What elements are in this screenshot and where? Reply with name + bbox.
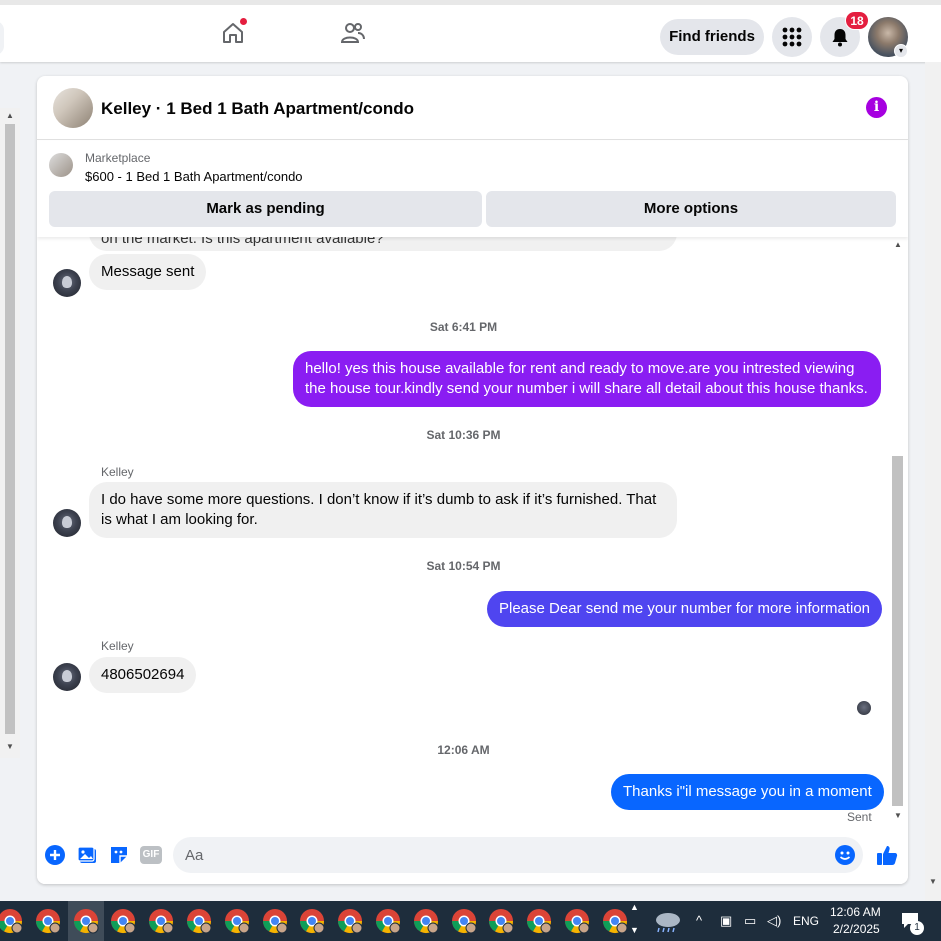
left-scrollbar[interactable]: ▲ ▼ [0,108,20,758]
chrome-app-icon[interactable] [109,907,137,935]
more-options-button[interactable]: More options [486,191,896,227]
chat-scrollbar[interactable]: ▲ ▼ [890,240,904,821]
scroll-up-arrow-icon[interactable]: ▲ [6,111,14,120]
chrome-app-icon[interactable] [412,907,440,935]
chrome-app-icon[interactable] [601,907,629,935]
plus-circle-icon[interactable] [44,844,66,866]
chrome-app-icon[interactable] [450,907,478,935]
home-icon[interactable] [219,17,248,47]
chrome-app-icon[interactable] [563,907,591,935]
chrome-app-icon[interactable] [374,907,402,935]
timestamp: 12:06 AM [437,743,490,757]
conversation-title[interactable]: Kelley · 1 Bed 1 Bath Apartment/condo [101,99,414,119]
network-icon[interactable]: ▭ [744,901,756,941]
marketplace-listing-bar: Marketplace $600 - 1 Bed 1 Bath Apartmen… [37,141,908,237]
timestamp: Sat 10:36 PM [426,428,501,442]
timestamp: Sat 6:41 PM [429,320,498,334]
clock-time[interactable]: 12:06 AM [830,905,881,921]
message-input-container[interactable] [173,837,863,873]
sticker-icon[interactable] [108,844,130,866]
meet-now-icon[interactable]: ▣ [720,901,732,941]
language-indicator[interactable]: ENG [793,901,819,941]
message-bubble: 4806502694 [89,657,197,693]
chat-header: Kelley · 1 Bed 1 Bath Apartment/condo i [37,76,908,140]
message-bubble: hello! yes this house available for rent… [293,351,881,407]
search-field-edge[interactable] [0,21,4,55]
taskbar-overflow[interactable]: ▲ ▼ [628,901,642,941]
home-notification-dot [239,17,248,26]
mark-as-pending-button[interactable]: Mark as pending [49,191,482,227]
scroll-down-arrow-icon[interactable]: ▼ [6,742,14,751]
sender-name: Kelley [101,465,134,479]
scrollbar-thumb[interactable] [892,456,903,806]
avatar[interactable] [53,663,81,691]
notification-center-icon[interactable]: 1 [900,911,924,935]
avatar[interactable] [53,509,81,537]
chrome-app-icon[interactable] [261,907,289,935]
notification-center-count: 1 [910,921,924,935]
emoji-icon[interactable] [835,845,855,865]
chrome-app-icon[interactable] [298,907,326,935]
scroll-down-arrow-icon[interactable]: ▼ [894,811,902,820]
message-bubble: Thanks i"il message you in a moment [611,774,884,810]
chrome-app-icon[interactable] [185,907,213,935]
bell-icon [832,29,848,47]
browser-scrollbar[interactable]: ▼ [925,62,941,901]
message-input[interactable] [185,837,825,873]
scrollbar-thumb[interactable] [5,124,15,734]
scroll-up-arrow-icon[interactable]: ▲ [894,240,902,249]
message-composer: GIF [37,828,908,884]
sender-name: Kelley [101,639,134,653]
windows-taskbar: ▲ ▼ ^ ▣ ▭ ◁) ENG 12:06 AM 2/2/2025 1 [0,901,941,941]
message-bubble: Message sent [89,254,207,290]
top-navigation-bar: Find friends 18 ▾ [0,0,941,62]
info-icon[interactable]: i [866,97,887,118]
chrome-app-icon[interactable] [525,907,553,935]
listing-small-thumbnail[interactable] [49,153,73,177]
chevron-down-icon[interactable]: ▾ [894,44,908,58]
thumbs-up-icon[interactable] [875,843,899,867]
weather-icon[interactable] [652,908,684,934]
apps-grid-icon [782,27,802,47]
volume-icon[interactable]: ◁) [767,901,781,941]
scroll-down-arrow-icon[interactable]: ▼ [929,877,937,886]
chrome-app-icon[interactable] [67,901,104,941]
find-friends-button[interactable]: Find friends [660,19,764,55]
chrome-app-icon[interactable] [147,907,175,935]
listing-thumbnail[interactable] [53,88,93,128]
message-bubble: Please Dear send me your number for more… [487,591,883,627]
gif-button[interactable]: GIF [140,846,162,864]
clock-date[interactable]: 2/2/2025 [833,922,880,938]
notification-count-badge: 18 [845,11,869,30]
message-bubble: I do have some more questions. I don’t k… [89,482,677,538]
chrome-app-icon[interactable] [487,907,515,935]
clipped-message-bubble: on the market. Is this apartment availab… [89,237,677,251]
seen-receipt-avatar [857,701,871,715]
chrome-app-icon[interactable] [0,907,24,935]
friends-icon[interactable] [338,19,366,47]
chrome-app-icon[interactable] [34,907,62,935]
chrome-app-icon[interactable] [336,907,364,935]
chrome-app-icon[interactable] [223,907,251,935]
timestamp: Sat 10:54 PM [426,559,501,573]
menu-button[interactable] [772,17,812,57]
message-thread[interactable]: on the market. Is this apartment availab… [37,237,908,827]
tray-chevron-up-icon[interactable]: ^ [696,901,702,941]
sent-status: Sent [847,810,872,824]
marketplace-label: Marketplace [85,151,151,165]
photo-icon[interactable] [77,844,99,866]
listing-price-title[interactable]: $600 - 1 Bed 1 Bath Apartment/condo [85,169,303,184]
chat-window: Kelley · 1 Bed 1 Bath Apartment/condo i … [37,76,908,884]
avatar[interactable] [53,269,81,297]
